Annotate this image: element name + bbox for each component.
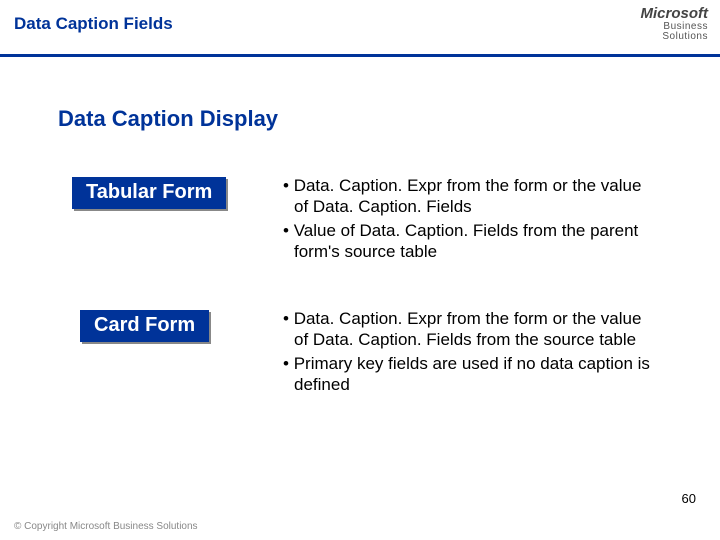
bullet-text: Value of Data. Caption. Fields from the … [294, 221, 639, 261]
chip-card-form: Card Form [80, 310, 209, 342]
bullet-text: Primary key fields are used if no data c… [294, 354, 650, 394]
bullet-item: • Data. Caption. Expr from the form or t… [280, 175, 660, 218]
bullets-card-form: • Data. Caption. Expr from the form or t… [280, 308, 660, 397]
bullets-tabular-form: • Data. Caption. Expr from the form or t… [280, 175, 660, 264]
chip-tabular-form: Tabular Form [72, 177, 226, 209]
bullet-item: • Primary key fields are used if no data… [280, 353, 660, 396]
section-title: Data Caption Display [58, 106, 278, 132]
slide: Data Caption Fields Microsoft Business S… [0, 0, 720, 540]
logo-line1: Microsoft [641, 6, 709, 22]
header-bar: Data Caption Fields Microsoft Business S… [0, 0, 720, 57]
bullet-text: Data. Caption. Expr from the form or the… [294, 176, 642, 216]
logo-line3: Solutions [641, 32, 709, 43]
bullet-item: • Data. Caption. Expr from the form or t… [280, 308, 660, 351]
bullet-item: • Value of Data. Caption. Fields from th… [280, 220, 660, 263]
bullet-text: Data. Caption. Expr from the form or the… [294, 309, 642, 349]
header-title: Data Caption Fields [14, 14, 173, 34]
page-number: 60 [682, 491, 696, 506]
logo: Microsoft Business Solutions [641, 6, 709, 43]
footer-copyright: © Copyright Microsoft Business Solutions [14, 521, 198, 532]
